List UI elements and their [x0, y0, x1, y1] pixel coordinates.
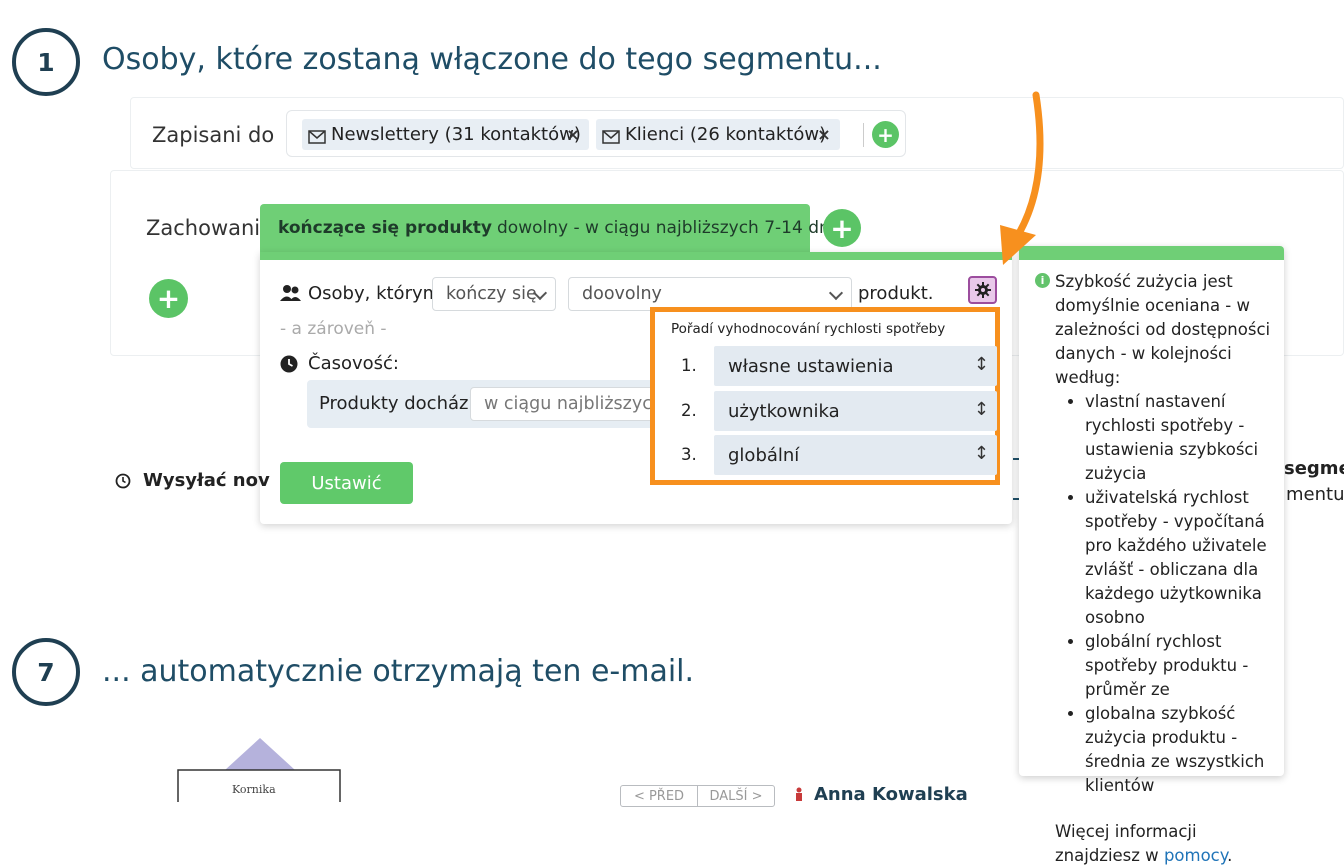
divider [863, 123, 864, 147]
timing-label: Časovość: [308, 353, 399, 374]
submit-label: Ustawić [311, 472, 382, 494]
tag-clients[interactable]: Klienci (26 kontaktów) × [596, 119, 840, 150]
people-icon [280, 284, 302, 302]
order-popup-title: Pořadí vyhodnocování rychlosti spotřeby [671, 321, 946, 337]
help-intro: i Szybkość zużycia jest domyślnie ocenia… [1035, 270, 1274, 390]
plus-icon: + [830, 211, 854, 245]
clock-icon [115, 473, 131, 489]
step-title: ... automatycznie otrzymają ten e-mail. [102, 654, 695, 689]
help-more-suffix: . [1227, 846, 1233, 865]
envelope-icon [308, 128, 326, 144]
timing-select[interactable]: w ciągu najbliższych [470, 387, 663, 421]
product-select-value: doovolny [582, 284, 662, 304]
help-item: globální rychlost spotřeby produktu - pr… [1085, 630, 1274, 702]
settings-button[interactable] [968, 276, 997, 304]
prev-button[interactable]: < PŘED [620, 785, 698, 807]
behavior-tab[interactable]: kończące się produkty dowolny - w ciągu … [260, 204, 835, 252]
timing-row-label: Produkty dochází [319, 393, 474, 414]
person-icon [792, 786, 806, 801]
order-item[interactable]: 2. użytkownika ↕ [667, 391, 997, 431]
order-number: 2. [681, 401, 697, 420]
clock-icon [280, 355, 298, 373]
drag-handle-icon[interactable]: ↕ [974, 443, 989, 464]
gear-icon [974, 282, 991, 298]
envelope-illustration-icon [177, 738, 341, 802]
help-item: globalna szybkość zużycia produktu - śre… [1085, 702, 1274, 798]
recipient-name: Anna Kowalska [814, 784, 968, 805]
help-item: uživatelská rychlost spotřeby - vypočíta… [1085, 486, 1274, 630]
tag-newsletters[interactable]: Newslettery (31 kontaktów) × [302, 119, 589, 150]
step-number: 7 [37, 657, 55, 687]
verb-select[interactable]: kończy się [432, 277, 556, 311]
condition-suffix: produkt. [858, 283, 934, 304]
drag-handle-icon[interactable]: ↕ [974, 354, 989, 375]
tab-title-bold: kończące się produkty [278, 218, 493, 238]
remove-tag-icon[interactable]: × [557, 119, 589, 150]
plus-icon: + [156, 282, 181, 315]
email-thumbnail-text: Kornika [232, 783, 276, 796]
timing-select-value: w ciągu najbliższych [484, 394, 663, 414]
product-select[interactable]: doovolny [568, 277, 852, 311]
order-item[interactable]: 3. globální ↕ [667, 435, 997, 475]
order-item[interactable]: 1. własne ustawienia ↕ [667, 346, 997, 386]
subscribed-label: Zapisani do [152, 123, 275, 147]
tab-title-rest: dowolny - w ciągu najbliższych 7-14 dni [497, 218, 835, 238]
step-number: 1 [37, 47, 55, 77]
submit-button[interactable]: Ustawić [280, 462, 413, 504]
add-list-button[interactable]: + [872, 121, 899, 148]
chevron-down-icon [828, 285, 844, 301]
verb-select-value: kończy się [446, 284, 537, 304]
order-number: 3. [681, 445, 697, 464]
timing-row: Produkty dochází w ciągu najbliższych [307, 380, 663, 428]
and-separator: - a zároveň - [280, 319, 387, 339]
help-panel: i Szybkość zużycia jest domyślnie ocenia… [1019, 246, 1284, 865]
order-label-text: globální [728, 444, 800, 466]
help-item: vlastní nastavení rychlosti spotřeby - u… [1085, 390, 1274, 486]
behavior-label: Zachowani [146, 216, 261, 240]
order-item-label[interactable]: użytkownika ↕ [714, 391, 997, 431]
envelope-icon [602, 128, 620, 144]
send-label: Wysyłać nov [143, 470, 270, 491]
subscribed-tags-field[interactable]: Newslettery (31 kontaktów) × Klienci (26… [286, 110, 906, 157]
order-item-label[interactable]: własne ustawienia ↕ [714, 346, 997, 386]
next-button[interactable]: DALŠÍ > [697, 785, 775, 807]
tag-label: Klienci (26 kontaktów) [625, 124, 827, 145]
plus-icon: + [877, 122, 894, 147]
cut-off-text: mentu: [1286, 484, 1344, 505]
people-label: Osoby, którym [308, 283, 441, 304]
add-behavior-button[interactable]: + [149, 279, 188, 318]
help-more: Więcej informacji znajdziesz w pomocy. [1035, 820, 1274, 868]
tag-label: Newslettery (31 kontaktów) [331, 124, 581, 145]
help-list: vlastní nastavení rychlosti spotřeby - u… [1035, 390, 1274, 798]
cut-off-heading: segmer [1284, 458, 1344, 479]
step-title: Osoby, które zostaną włączone do tego se… [102, 42, 882, 77]
step-number-badge: 1 [12, 28, 80, 96]
arrow-annotation-icon [1000, 91, 1044, 265]
order-label-text: własne ustawienia [728, 355, 894, 377]
help-intro-text: Szybkość zużycia jest domyślnie oceniana… [1055, 272, 1271, 387]
help-link[interactable]: pomocy [1164, 846, 1227, 865]
order-number: 1. [681, 356, 697, 375]
order-label-text: użytkownika [728, 400, 840, 422]
add-tab-button[interactable]: + [823, 209, 861, 247]
evaluation-order-popup: Pořadí vyhodnocování rychlosti spotřeby … [650, 307, 1000, 485]
remove-tag-icon[interactable]: × [808, 119, 840, 150]
step-number-badge: 7 [12, 638, 80, 706]
drag-handle-icon[interactable]: ↕ [974, 399, 989, 420]
order-item-label[interactable]: globální ↕ [714, 435, 997, 475]
